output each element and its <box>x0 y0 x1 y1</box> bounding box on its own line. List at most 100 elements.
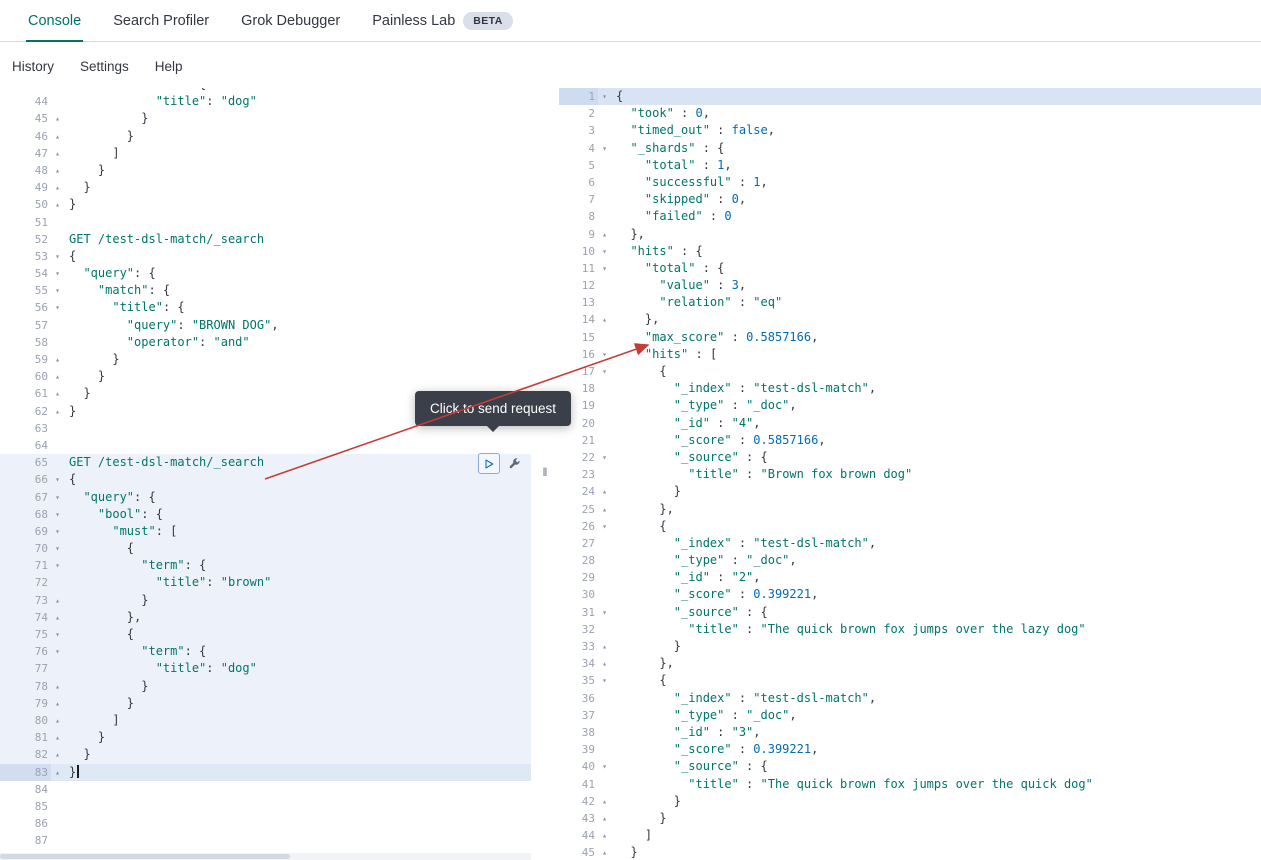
code-line-14[interactable]: 14▴ }, <box>559 311 1261 328</box>
fold-expand-icon[interactable]: ▾ <box>51 626 64 643</box>
code-line-7[interactable]: 7 "skipped" : 0, <box>559 191 1261 208</box>
fold-collapse-icon[interactable]: ▴ <box>598 793 611 810</box>
code-line-31[interactable]: 31▾ "_source" : { <box>559 604 1261 621</box>
code-line-18[interactable]: 18 "_index" : "test-dsl-match", <box>559 380 1261 397</box>
fold-collapse-icon[interactable]: ▴ <box>51 764 64 781</box>
code-line-22[interactable]: 22▾ "_source" : { <box>559 449 1261 466</box>
fold-collapse-icon[interactable]: ▴ <box>598 311 611 328</box>
fold-expand-icon[interactable]: ▾ <box>598 672 611 689</box>
code-line-38[interactable]: 38 "_id" : "3", <box>559 724 1261 741</box>
fold-collapse-icon[interactable]: ▴ <box>51 196 64 213</box>
code-line-4[interactable]: 4▾ "_shards" : { <box>559 140 1261 157</box>
fold-collapse-icon[interactable]: ▴ <box>51 110 64 127</box>
tab-console[interactable]: Console <box>12 0 97 41</box>
fold-expand-icon[interactable]: ▾ <box>598 243 611 260</box>
code-line-72[interactable]: 72 "title": "brown" <box>0 574 531 591</box>
menu-settings[interactable]: Settings <box>80 59 129 74</box>
code-line-69[interactable]: 69▾ "must": [ <box>0 523 531 540</box>
code-line-77[interactable]: 77 "title": "dog" <box>0 660 531 677</box>
fold-expand-icon[interactable]: ▾ <box>51 540 64 557</box>
fold-expand-icon[interactable]: ▾ <box>51 489 64 506</box>
code-line-60[interactable]: 60▴ } <box>0 368 531 385</box>
code-line-17[interactable]: 17▾ { <box>559 363 1261 380</box>
fold-collapse-icon[interactable]: ▴ <box>598 655 611 672</box>
response-editor[interactable]: 1▾{2 "took" : 0,3 "timed_out" : false,4▾… <box>559 88 1261 860</box>
code-line-84[interactable]: 84 <box>0 781 531 798</box>
code-line-1[interactable]: 1▾{ <box>559 88 1261 105</box>
fold-expand-icon[interactable]: ▾ <box>598 363 611 380</box>
code-line-39[interactable]: 39 "_score" : 0.399221, <box>559 741 1261 758</box>
code-line-54[interactable]: 54▾ "query": { <box>0 265 531 282</box>
code-line-55[interactable]: 55▾ "match": { <box>0 282 531 299</box>
fold-collapse-icon[interactable]: ▴ <box>51 368 64 385</box>
code-line-68[interactable]: 68▾ "bool": { <box>0 506 531 523</box>
code-line-82[interactable]: 82▴ } <box>0 746 531 763</box>
code-line-58[interactable]: 58 "operator": "and" <box>0 334 531 351</box>
code-line-56[interactable]: 56▾ "title": { <box>0 299 531 316</box>
fold-collapse-icon[interactable]: ▴ <box>51 609 64 626</box>
code-line-44[interactable]: 44▴ ] <box>559 827 1261 844</box>
code-line-19[interactable]: 19 "_type" : "_doc", <box>559 397 1261 414</box>
code-line-49[interactable]: 49▴ } <box>0 179 531 196</box>
code-line-80[interactable]: 80▴ ] <box>0 712 531 729</box>
fold-expand-icon[interactable]: ▾ <box>51 299 64 316</box>
code-line-34[interactable]: 34▴ }, <box>559 655 1261 672</box>
fold-expand-icon[interactable]: ▾ <box>598 88 611 105</box>
fold-collapse-icon[interactable]: ▴ <box>51 746 64 763</box>
fold-expand-icon[interactable]: ▾ <box>51 282 64 299</box>
code-line-85[interactable]: 85 <box>0 798 531 815</box>
fold-collapse-icon[interactable]: ▴ <box>598 844 611 860</box>
fold-collapse-icon[interactable]: ▴ <box>51 162 64 179</box>
code-line-37[interactable]: 37 "_type" : "_doc", <box>559 707 1261 724</box>
code-line-42[interactable]: 42▴ } <box>559 793 1261 810</box>
code-line-64[interactable]: 64 <box>0 437 531 454</box>
fold-expand-icon[interactable]: ▾ <box>598 140 611 157</box>
fold-expand-icon[interactable]: ▾ <box>598 758 611 775</box>
fold-expand-icon[interactable]: ▾ <box>598 449 611 466</box>
code-line-10[interactable]: 10▾ "hits" : { <box>559 243 1261 260</box>
horizontal-scrollbar-thumb[interactable] <box>0 854 290 859</box>
code-line-24[interactable]: 24▴ } <box>559 483 1261 500</box>
code-line-30[interactable]: 30 "_score" : 0.399221, <box>559 586 1261 603</box>
code-line-15[interactable]: 15 "max_score" : 0.5857166, <box>559 329 1261 346</box>
code-line-48[interactable]: 48▴ } <box>0 162 531 179</box>
code-line-3[interactable]: 3 "timed_out" : false, <box>559 122 1261 139</box>
code-line-86[interactable]: 86 <box>0 815 531 832</box>
fold-expand-icon[interactable]: ▾ <box>598 518 611 535</box>
fold-collapse-icon[interactable]: ▴ <box>51 179 64 196</box>
code-line-35[interactable]: 35▾ { <box>559 672 1261 689</box>
code-line-36[interactable]: 36 "_index" : "test-dsl-match", <box>559 690 1261 707</box>
code-line-5[interactable]: 5 "total" : 1, <box>559 157 1261 174</box>
fold-expand-icon[interactable]: ▾ <box>598 260 611 277</box>
code-line-25[interactable]: 25▴ }, <box>559 501 1261 518</box>
fold-collapse-icon[interactable]: ▴ <box>598 483 611 500</box>
tab-grok-debugger[interactable]: Grok Debugger <box>225 0 356 41</box>
code-line-28[interactable]: 28 "_type" : "_doc", <box>559 552 1261 569</box>
code-line-23[interactable]: 23 "title" : "Brown fox brown dog" <box>559 466 1261 483</box>
code-line-45[interactable]: 45▴ } <box>0 110 531 127</box>
fold-collapse-icon[interactable]: ▴ <box>51 351 64 368</box>
code-line-70[interactable]: 70▾ { <box>0 540 531 557</box>
fold-expand-icon[interactable]: ▾ <box>51 557 64 574</box>
fold-collapse-icon[interactable]: ▴ <box>51 403 64 420</box>
response-editor-lines[interactable]: 1▾{2 "took" : 0,3 "timed_out" : false,4▾… <box>559 88 1261 860</box>
send-request-button[interactable] <box>478 453 500 474</box>
code-line-50[interactable]: 50▴} <box>0 196 531 213</box>
fold-expand-icon[interactable]: ▾ <box>598 604 611 621</box>
fold-collapse-icon[interactable]: ▴ <box>598 501 611 518</box>
code-line-33[interactable]: 33▴ } <box>559 638 1261 655</box>
code-line-83[interactable]: 83▴} <box>0 764 531 781</box>
code-line-13[interactable]: 13 "relation" : "eq" <box>559 294 1261 311</box>
resize-grip-icon[interactable]: ‖ <box>543 465 548 479</box>
code-line-57[interactable]: 57 "query": "BROWN DOG", <box>0 317 531 334</box>
code-line-27[interactable]: 27 "_index" : "test-dsl-match", <box>559 535 1261 552</box>
code-line-87[interactable]: 87 <box>0 832 531 849</box>
code-line-2[interactable]: 2 "took" : 0, <box>559 105 1261 122</box>
code-line-12[interactable]: 12 "value" : 3, <box>559 277 1261 294</box>
request-editor-lines[interactable]: 43▾ "term": {44 "title": "dog"45▴ }46▴ }… <box>0 88 531 860</box>
code-line-71[interactable]: 71▾ "term": { <box>0 557 531 574</box>
code-line-9[interactable]: 9▴ }, <box>559 226 1261 243</box>
code-line-20[interactable]: 20 "_id" : "4", <box>559 415 1261 432</box>
code-line-52[interactable]: 52GET /test-dsl-match/_search <box>0 231 531 248</box>
fold-collapse-icon[interactable]: ▴ <box>598 226 611 243</box>
